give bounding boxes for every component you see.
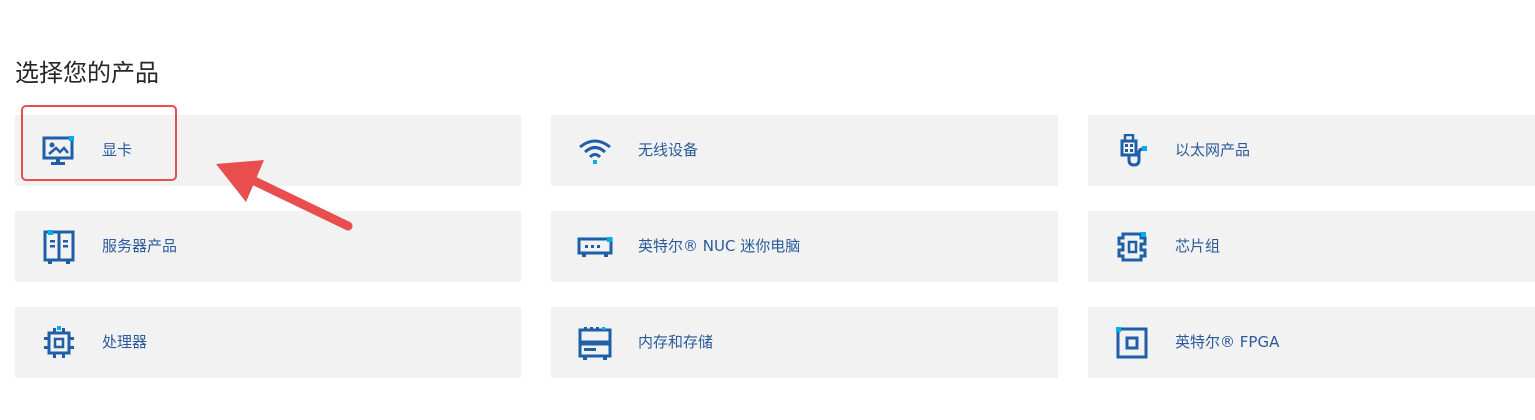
memory-storage-icon — [577, 325, 613, 361]
product-label: 服务器产品 — [102, 237, 178, 255]
product-label: 处理器 — [102, 333, 148, 351]
product-tile-wireless[interactable]: 无线设备 — [551, 115, 1058, 186]
nuc-mini-pc-icon — [577, 229, 613, 265]
product-selector-page: 选择您的产品 显卡 无线设备 以太网产品 服务器产品 英特尔® NUC 迷你电脑… — [0, 0, 1535, 420]
server-icon — [41, 229, 77, 265]
product-label: 英特尔® FPGA — [1175, 333, 1280, 351]
product-tile-memory-storage[interactable]: 内存和存储 — [551, 307, 1058, 378]
product-tile-ethernet[interactable]: 以太网产品 — [1088, 115, 1535, 186]
product-label: 无线设备 — [638, 141, 699, 159]
graphics-card-monitor-icon — [41, 133, 77, 169]
product-label: 芯片组 — [1175, 237, 1221, 255]
product-tile-chipset[interactable]: 芯片组 — [1088, 211, 1535, 282]
section-title: 选择您的产品 — [15, 59, 159, 87]
product-label: 以太网产品 — [1175, 141, 1251, 159]
processor-icon — [41, 325, 77, 361]
product-tile-graphics[interactable]: 显卡 — [15, 115, 521, 186]
product-label: 英特尔® NUC 迷你电脑 — [638, 237, 801, 255]
product-tile-processor[interactable]: 处理器 — [15, 307, 521, 378]
product-tile-server[interactable]: 服务器产品 — [15, 211, 521, 282]
ethernet-plug-icon — [1114, 133, 1150, 169]
fpga-icon — [1114, 325, 1150, 361]
product-tile-fpga[interactable]: 英特尔® FPGA — [1088, 307, 1535, 378]
wifi-icon — [577, 133, 613, 169]
product-label: 内存和存储 — [638, 333, 714, 351]
product-tile-nuc[interactable]: 英特尔® NUC 迷你电脑 — [551, 211, 1058, 282]
chipset-icon — [1114, 229, 1150, 265]
product-label: 显卡 — [102, 141, 133, 159]
